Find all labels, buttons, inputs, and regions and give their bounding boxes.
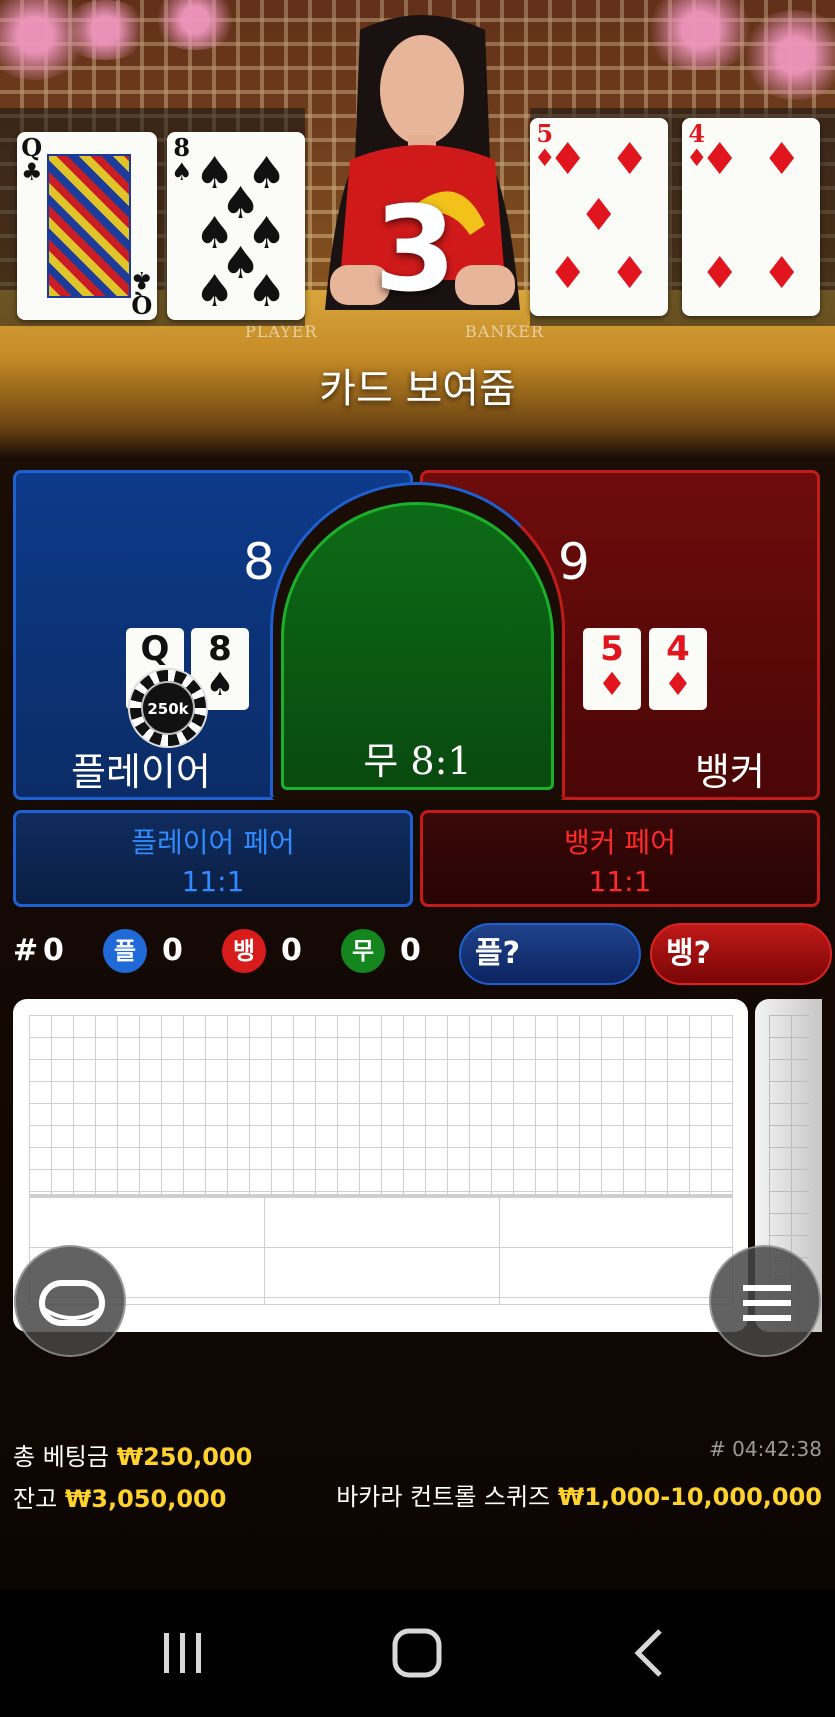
player-card-1: Q ♣ Q ♣ [17, 132, 157, 320]
total-bet-label: 총 베팅금 [13, 1443, 109, 1471]
banker-mini-card-2: 4 ♦ [649, 628, 707, 710]
round-prefix: # [13, 933, 39, 968]
table-info: 바카라 컨트롤 스퀴즈 ₩1,000-10,000,000 [336, 1477, 822, 1512]
tie-count: 0 [400, 933, 421, 968]
table-name: 바카라 컨트롤 스퀴즈 [336, 1483, 551, 1511]
banker-label: 뱅커 [695, 750, 765, 794]
banker-card-2: 4 ♦ ♦ ♦ ♦ ♦ [682, 118, 820, 316]
round-count: 0 [43, 933, 64, 968]
tie-label: 무 8:1 [363, 739, 472, 783]
banker-pair-bet-spot[interactable]: 뱅커 페어 11:1 [420, 810, 820, 907]
banker-pair-label: 뱅커 페어 [564, 826, 676, 859]
total-bet: 총 베팅금 ₩250,000 [13, 1437, 252, 1472]
betting-area: 8 Q♣ 8♠ 플레이어 9 5♦ 4♦ 뱅커 무 8:1 250k 플레이어 … [0, 460, 835, 1590]
player-pair-label: 플레이어 페어 [131, 826, 295, 859]
banker-pair-odds: 11:1 [588, 865, 652, 898]
bet-chip[interactable]: 250k [128, 668, 208, 748]
back-icon[interactable] [630, 1625, 670, 1681]
player-win-badge: 플 [103, 929, 147, 973]
banker-card-1: 5 ♦ ♦ ♦ ♦ ♦ ♦ [530, 118, 668, 316]
system-nav-bar [0, 1590, 835, 1717]
tie-bet-area[interactable]: 무 8:1 [281, 502, 554, 790]
banker-win-badge: 뱅 [222, 929, 266, 973]
hamburger-menu-icon [743, 1285, 791, 1321]
player-label: 플레이어 [71, 750, 211, 794]
game-clock: # 04:42:38 [709, 1437, 822, 1461]
banker-score: 9 [558, 533, 590, 591]
player-ask-button[interactable]: 플? [459, 923, 641, 985]
derived-roads-grid [29, 1195, 733, 1305]
game-status: 카드 보여줌 [319, 366, 516, 412]
player-card-2: 8 ♠ ♠ ♠ ♠ ♠ ♠ ♠ ♠ ♠ [167, 132, 305, 320]
table-view-button[interactable] [14, 1245, 126, 1357]
countdown-timer: 3 [373, 180, 457, 318]
live-video-stream: PLAYER BANKER Q ♣ Q ♣ 8 ♠ ♠ ♠ ♠ ♠ ♠ ♠ ♠ ♠ 5 ♦ ♦… [0, 0, 835, 460]
balance-value: ₩3,050,000 [64, 1485, 227, 1513]
banker-ask-button[interactable]: 뱅? [650, 923, 832, 985]
player-pair-odds: 11:1 [181, 865, 245, 898]
table-oval-icon [39, 1280, 105, 1326]
player-score: 8 [243, 533, 275, 591]
big-road-grid [29, 1015, 733, 1195]
player-win-count: 0 [162, 933, 183, 968]
home-icon[interactable] [389, 1625, 445, 1681]
bet-limits: ₩1,000-10,000,000 [557, 1483, 822, 1511]
menu-button[interactable] [709, 1245, 821, 1357]
banker-mini-card-1: 5 ♦ [583, 628, 641, 710]
balance-label: 잔고 [13, 1485, 58, 1513]
total-bet-value: ₩250,000 [116, 1443, 253, 1471]
blossom-decoration [60, 0, 150, 60]
banker-win-count: 0 [281, 933, 302, 968]
tie-bet-spot[interactable]: 무 8:1 [270, 482, 565, 800]
recent-apps-icon[interactable] [158, 1625, 208, 1681]
tie-badge: 무 [341, 929, 385, 973]
player-pair-bet-spot[interactable]: 플레이어 페어 11:1 [13, 810, 413, 907]
balance: 잔고 ₩3,050,000 [13, 1479, 226, 1514]
results-stats: # 0 플 0 뱅 0 무 0 플? 뱅? [13, 923, 833, 985]
chip-value: 250k [141, 681, 195, 735]
